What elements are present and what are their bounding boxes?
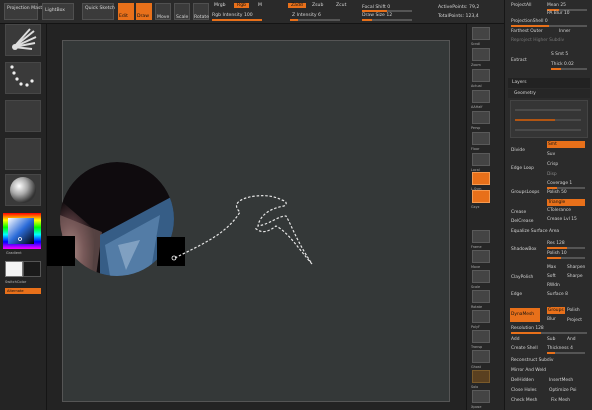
lasso-selection-path	[174, 195, 313, 265]
projection-shell-slider[interactable]: ProjectionShell 0	[511, 19, 548, 24]
scale-view-label: Scale	[471, 285, 481, 289]
persp-label: Persp	[471, 126, 481, 130]
and-button[interactable]: And	[567, 337, 576, 342]
mean-slider[interactable]: Mean 25	[547, 3, 566, 8]
reconstruct-subdiv-button[interactable]: Reconstruct Subdiv	[511, 358, 554, 363]
polish-slider[interactable]: Polish 50	[547, 190, 567, 195]
sharpen-slider[interactable]: Sharpen	[567, 265, 585, 270]
thick-slider[interactable]: Thick 0.02	[551, 62, 574, 67]
transpose-handle-right[interactable]	[157, 237, 185, 266]
layers-header[interactable]: Layers	[508, 78, 590, 88]
actual-button[interactable]	[472, 69, 490, 82]
transp-button[interactable]	[472, 330, 490, 343]
actual-label: Actual	[471, 84, 482, 88]
zoom-button[interactable]	[472, 48, 490, 61]
shadowbox-res-slider[interactable]: Res 128	[547, 241, 565, 246]
ghost-label: Ghost	[471, 365, 481, 369]
floor-button[interactable]	[472, 132, 490, 145]
surface-slider[interactable]: Surface 8	[547, 292, 568, 297]
groups-loops-button[interactable]: GroupsLoops	[511, 190, 539, 195]
shadowbox-polish-slider[interactable]: Polish 10	[547, 251, 567, 256]
subdivision-block	[510, 100, 588, 138]
blur-slider[interactable]: Blur	[547, 317, 556, 322]
xpose-label: Xpose	[471, 405, 482, 409]
add-button[interactable]: Add	[511, 337, 520, 342]
scroll-label: Scroll	[471, 42, 481, 46]
extract-button[interactable]: Extract	[511, 58, 527, 63]
crisp-button[interactable]: Crisp	[547, 162, 558, 167]
smt-toggle[interactable]: Smt	[547, 141, 585, 148]
layers-label: Layers	[512, 80, 527, 85]
tool-palette: ProjectAll Mean 25 PA Blur 10 Projection…	[504, 0, 592, 410]
local-button[interactable]	[472, 153, 490, 166]
check-mesh-button[interactable]: Check Mesh	[511, 398, 537, 403]
resolution-slider[interactable]: Resolution 128	[511, 326, 544, 331]
frame-label: Frame	[471, 245, 482, 249]
rwdn-slider[interactable]: RWdn	[547, 283, 560, 288]
shadowbox-button[interactable]: ShadowBox	[511, 247, 537, 252]
fix-mesh-button[interactable]: Fix Mesh	[551, 398, 570, 403]
insertmesh-button[interactable]: InsertMesh	[549, 378, 573, 383]
crease-button[interactable]: Crease	[511, 210, 526, 215]
geometry-header[interactable]: Geometry	[508, 89, 590, 98]
clay-edge-slider[interactable]: Edge	[511, 292, 522, 297]
transpose-handle-left[interactable]	[47, 236, 75, 266]
transp-label: Transp	[471, 345, 483, 349]
s-smt-slider[interactable]: S Smt 5	[551, 52, 568, 57]
gxyz-button[interactable]	[472, 190, 490, 203]
triangle-toggle[interactable]: Triangle	[547, 199, 585, 206]
view-shelf: Scroll Zoom Actual AAHalf Persp Floor Lo…	[466, 24, 504, 410]
xpose-button[interactable]	[472, 390, 490, 403]
ctolerance-slider[interactable]: CTolerance	[547, 208, 571, 213]
scale-view-button[interactable]	[472, 270, 490, 283]
divide-button[interactable]: Divide	[511, 148, 525, 153]
ghost-button[interactable]	[472, 350, 490, 363]
rotate-view-label: Rotate	[471, 305, 483, 309]
crease-level-slider[interactable]: Crease Lvl 15	[547, 217, 577, 222]
delcrease-button[interactable]: DelCrease	[511, 219, 533, 224]
coverage-slider[interactable]: Coverage 1	[547, 181, 572, 186]
inner-button[interactable]: Inner	[559, 29, 570, 34]
floor-label: Floor	[471, 147, 480, 151]
sub-button[interactable]: Sub	[547, 337, 555, 342]
pa-blur-slider[interactable]: PA Blur 10	[547, 11, 570, 16]
disp-button[interactable]: Disp	[547, 172, 557, 177]
zoom-label: Zoom	[471, 63, 481, 67]
persp-button[interactable]	[472, 111, 490, 124]
farthest-outer-button[interactable]: Farthest Outer	[511, 29, 543, 34]
aahalf-label: AAHalf	[471, 105, 483, 109]
project-toggle[interactable]: Project	[567, 318, 582, 323]
aahalf-button[interactable]	[472, 90, 490, 103]
solo-button[interactable]	[472, 370, 490, 383]
polyf-label: PolyF	[471, 325, 480, 329]
groups-toggle[interactable]: Groups	[547, 307, 565, 314]
thickness-slider[interactable]: Thickness 4	[547, 346, 573, 351]
gxyz-label: Gxyz	[471, 205, 480, 209]
scroll-button[interactable]	[472, 27, 490, 40]
equalize-surface-area-button[interactable]: Equalize Surface Area	[511, 229, 559, 234]
delhidden-button[interactable]: DelHidden	[511, 378, 534, 383]
frame-button[interactable]	[472, 230, 490, 243]
max-slider[interactable]: Max	[547, 265, 556, 270]
lsym-button[interactable]	[472, 172, 490, 185]
sharpe-slider[interactable]: Sharpe	[567, 274, 583, 279]
close-holes-button[interactable]: Close Holes	[511, 388, 537, 393]
solo-label: Solo	[471, 385, 479, 389]
geometry-label: Geometry	[514, 91, 536, 96]
edge-loop-button[interactable]: Edge Loop	[511, 166, 534, 171]
dynamesh-polish-toggle[interactable]: Polish	[567, 308, 580, 313]
create-shell-button[interactable]: Create Shell	[511, 346, 538, 351]
reproject-button[interactable]: Reproject Higher Subdiv	[511, 38, 564, 43]
mirror-weld-button[interactable]: Mirror And Weld	[511, 368, 546, 373]
suv-toggle[interactable]: Suv	[547, 152, 555, 157]
optimize-points-button[interactable]: Optimize Poi	[549, 388, 576, 393]
rotate-view-button[interactable]	[472, 290, 490, 303]
dynamesh-button[interactable]: DynaMesh	[510, 308, 540, 322]
soft-slider[interactable]: Soft	[547, 274, 556, 279]
project-all-button[interactable]: ProjectAll	[511, 3, 531, 8]
claypolish-button[interactable]: ClayPolish	[511, 275, 533, 280]
polyf-button[interactable]	[472, 310, 490, 323]
move-view-button[interactable]	[472, 250, 490, 263]
move-view-label: Move	[471, 265, 481, 269]
